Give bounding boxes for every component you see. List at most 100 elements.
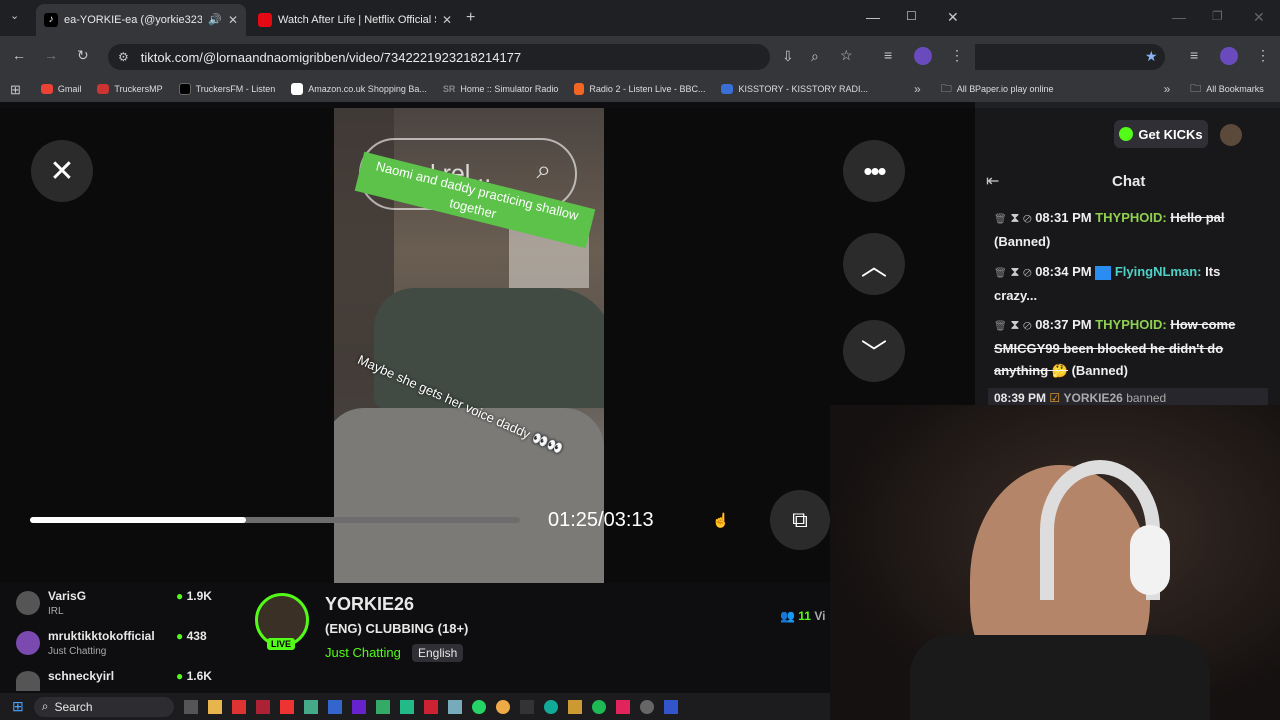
collapse-chat-icon[interactable]: ⇤: [986, 174, 999, 190]
close-tab-icon[interactable]: ✕: [228, 14, 238, 26]
app-icon[interactable]: [519, 699, 534, 714]
zoom-icon[interactable]: ⌕: [811, 49, 819, 63]
bookmark-radio2[interactable]: Radio 2 - Listen Live - BBC...: [574, 83, 705, 95]
reload-icon[interactable]: ↻: [77, 48, 89, 62]
whatsapp-icon[interactable]: [471, 699, 486, 714]
app-icon[interactable]: [663, 699, 678, 714]
mini-player-button[interactable]: ⧉: [770, 490, 830, 550]
reading-list-icon[interactable]: ≡: [884, 48, 892, 62]
edge-icon[interactable]: [543, 699, 558, 714]
ban-icon[interactable]: ⊘: [1023, 317, 1031, 332]
timeout-icon[interactable]: ⧗: [1010, 210, 1019, 225]
viewer-count: ● 438: [176, 629, 207, 643]
channel-item[interactable]: mruktikktokofficial Just Chatting ● 438: [16, 629, 216, 669]
apps-icon[interactable]: ⊞: [10, 83, 21, 96]
spotify-icon[interactable]: [591, 699, 606, 714]
profile-avatar[interactable]: [914, 47, 932, 65]
app-icon[interactable]: [399, 699, 414, 714]
reading-list-icon[interactable]: ≡: [1190, 48, 1198, 62]
back-icon[interactable]: ←: [12, 48, 26, 62]
channel-item[interactable]: VarisG IRL ● 1.9K: [16, 589, 216, 629]
minimize-icon[interactable]: —: [1172, 10, 1186, 24]
bookmark-truckersmp[interactable]: TruckersMP: [97, 84, 163, 94]
task-view-icon[interactable]: [183, 699, 198, 714]
menu-icon[interactable]: ⋮: [950, 48, 964, 62]
search-icon[interactable]: ⌕: [536, 154, 551, 186]
notice-user[interactable]: YORKIE26: [1063, 391, 1122, 405]
speaker-icon[interactable]: 🔊: [208, 14, 222, 26]
bookmark-gmail[interactable]: Gmail: [40, 84, 81, 94]
progress-bar[interactable]: [30, 517, 520, 523]
app-icon[interactable]: [351, 699, 366, 714]
maximize-icon[interactable]: ☐: [906, 10, 917, 22]
close-tab-icon[interactable]: ✕: [442, 14, 452, 26]
windows-start-icon[interactable]: ⊞: [12, 698, 24, 715]
channel-list: VarisG IRL ● 1.9K mruktikktokofficial Ju…: [16, 589, 216, 691]
forward-icon[interactable]: →: [44, 48, 58, 62]
bookmark-truckersfm[interactable]: TruckersFM - Listen: [178, 83, 275, 95]
new-tab-icon[interactable]: +: [466, 10, 475, 26]
user-avatar[interactable]: [1220, 124, 1242, 146]
tab-netflix[interactable]: Watch After Life | Netflix Official Site…: [250, 4, 460, 36]
more-bookmarks-icon[interactable]: »: [1164, 83, 1171, 95]
bookmark-paperio[interactable]: Paper.io play online: [975, 84, 1054, 94]
delete-icon[interactable]: 🗑: [994, 214, 1007, 225]
gmail-icon: [40, 84, 53, 94]
bookmark-star-icon[interactable]: ☆: [840, 48, 853, 62]
timeout-icon[interactable]: ⧗: [1010, 264, 1019, 279]
all-bookmarks[interactable]: 🗀All Bookmarks: [1190, 83, 1264, 95]
second-address-bar[interactable]: [975, 44, 1165, 70]
install-icon[interactable]: ⇩: [782, 49, 794, 63]
tiktok-icon[interactable]: [615, 699, 630, 714]
ban-icon[interactable]: ⊘: [1023, 264, 1031, 279]
next-video-button[interactable]: ﹀: [843, 320, 905, 382]
file-explorer-icon[interactable]: [207, 699, 222, 714]
app-icon[interactable]: [567, 699, 582, 714]
more-options-button[interactable]: •••: [843, 140, 905, 202]
timeout-icon[interactable]: ⧗: [1010, 317, 1019, 332]
app-icon[interactable]: [303, 699, 318, 714]
message-user[interactable]: FlyingNLman:: [1115, 264, 1202, 279]
language-tag[interactable]: English: [412, 644, 464, 662]
app-icon[interactable]: [279, 699, 294, 714]
viewer-count: ● 1.6K: [176, 669, 212, 683]
close-window-icon[interactable]: ✕: [947, 10, 959, 24]
steam-icon[interactable]: [447, 699, 462, 714]
menu-icon[interactable]: ⋮: [1256, 48, 1270, 62]
message-user[interactable]: THYPHOID:: [1095, 317, 1167, 332]
tab-search-icon[interactable]: ⌄: [10, 11, 19, 22]
ban-icon[interactable]: ⊘: [1023, 210, 1031, 225]
chrome-icon[interactable]: [495, 699, 510, 714]
bookmark-simulator-radio[interactable]: SR Home :: Simulator Radio: [443, 84, 559, 94]
tab-tiktok[interactable]: ♪ ea-YORKIE-ea (@yorkie32340) | TikTo 🔊 …: [36, 4, 246, 36]
more-bookmarks-icon[interactable]: »: [914, 83, 921, 95]
close-video-button[interactable]: ✕: [31, 140, 93, 202]
address-bar[interactable]: ⚙ tiktok.com/@lornaandnaomigribben/video…: [108, 44, 770, 70]
restore-icon[interactable]: ❐: [1212, 10, 1223, 22]
streamer-name[interactable]: YORKIE26: [325, 594, 414, 615]
delete-icon[interactable]: 🗑: [994, 321, 1007, 332]
taskbar-search[interactable]: ⌕ Search: [33, 696, 174, 717]
channel-item[interactable]: schneckyirl ● 1.6K: [16, 669, 216, 691]
app-icon[interactable]: [255, 699, 270, 714]
previous-video-button[interactable]: ︿: [843, 233, 905, 295]
close-window-icon[interactable]: ✕: [1253, 10, 1265, 24]
message-status: (Banned): [994, 234, 1051, 249]
delete-icon[interactable]: 🗑: [994, 268, 1007, 279]
profile-avatar[interactable]: [1220, 47, 1238, 65]
minimize-icon[interactable]: —: [866, 10, 880, 24]
app-icon[interactable]: [423, 699, 438, 714]
app-icon[interactable]: [639, 699, 654, 714]
bookmark-kisstory[interactable]: KISSTORY - KISSTORY RADI...: [721, 84, 868, 94]
app-icon[interactable]: [231, 699, 246, 714]
bookmark-star-icon[interactable]: ★: [1145, 48, 1158, 65]
site-info-icon[interactable]: ⚙: [118, 51, 129, 63]
get-kicks-button[interactable]: Get KICKs: [1114, 120, 1208, 148]
message-user[interactable]: THYPHOID:: [1095, 210, 1167, 225]
stream-category[interactable]: Just Chatting: [325, 645, 401, 660]
channel-category: Just Chatting: [48, 646, 107, 657]
app-icon[interactable]: [375, 699, 390, 714]
streamer-shirt: [910, 635, 1210, 720]
app-icon[interactable]: [327, 699, 342, 714]
bookmark-amazon[interactable]: Amazon.co.uk Shopping Ba...: [291, 83, 427, 95]
